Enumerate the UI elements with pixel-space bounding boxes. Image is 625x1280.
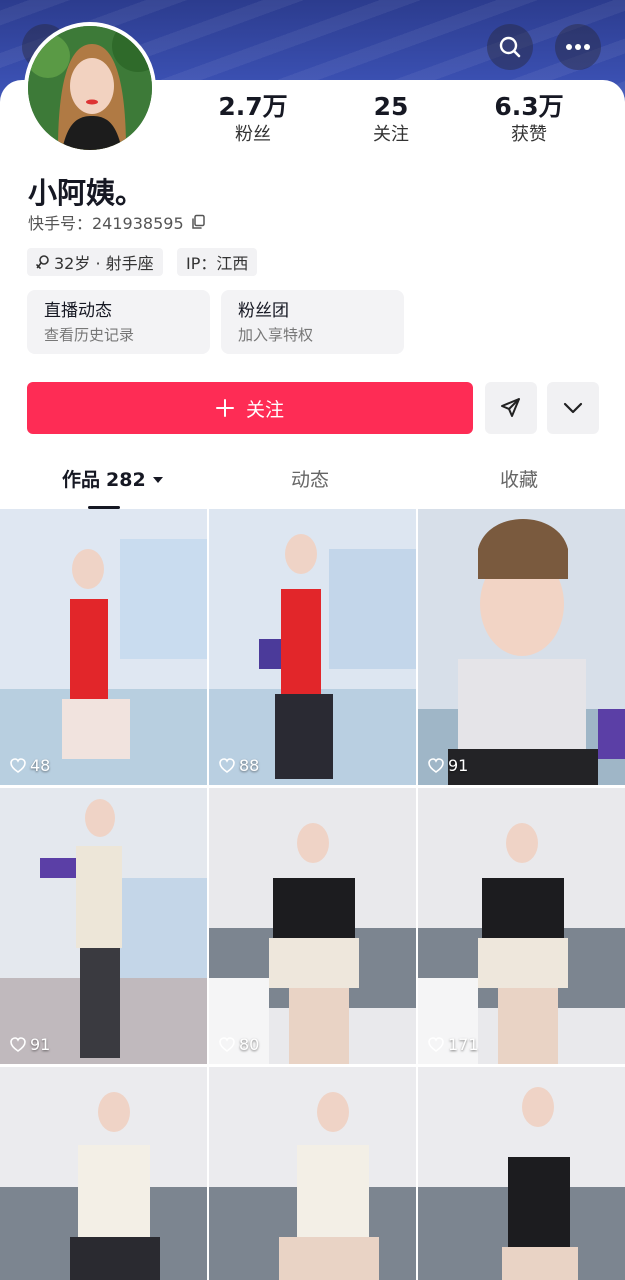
heart-icon bbox=[428, 758, 444, 773]
copy-icon[interactable] bbox=[190, 214, 206, 230]
follow-label: 关注 bbox=[245, 398, 284, 421]
send-icon bbox=[501, 398, 520, 417]
user-id: 快手号：241938595 bbox=[28, 214, 184, 233]
search-icon bbox=[499, 36, 521, 58]
like-count: 48 bbox=[10, 756, 50, 775]
more-horizontal-icon bbox=[566, 44, 590, 50]
video-thumbnail[interactable]: 91 bbox=[0, 788, 207, 1064]
video-cover-image bbox=[209, 788, 416, 1064]
video-thumbnail[interactable] bbox=[0, 1067, 207, 1280]
video-cover-image bbox=[0, 1067, 207, 1280]
stat-label: 关注 bbox=[373, 124, 409, 145]
video-thumbnail[interactable]: 88 bbox=[209, 509, 416, 785]
video-thumbnail[interactable]: 80 bbox=[209, 788, 416, 1064]
like-count-value: 171 bbox=[448, 1035, 479, 1054]
like-count: 171 bbox=[428, 1035, 479, 1054]
avatar-image bbox=[28, 26, 152, 150]
video-cover-image bbox=[0, 788, 207, 1064]
card-title: 粉丝团 bbox=[238, 301, 289, 321]
like-count: 80 bbox=[219, 1035, 259, 1054]
tab-works-label: 作品 bbox=[62, 469, 101, 491]
share-button[interactable] bbox=[485, 382, 537, 434]
avatar[interactable] bbox=[24, 22, 156, 154]
tab-works-count: 282 bbox=[106, 469, 146, 491]
search-button[interactable] bbox=[487, 24, 533, 70]
like-count-value: 88 bbox=[239, 756, 260, 775]
stat-label: 粉丝 bbox=[235, 124, 271, 145]
video-cover-image bbox=[418, 788, 625, 1064]
stat-followers[interactable]: 2.7万 粉丝 bbox=[193, 92, 313, 148]
ip-tag-label: IP：江西 bbox=[186, 254, 249, 273]
tab-dynamic[interactable]: 动态 bbox=[291, 462, 329, 498]
video-cover-image bbox=[418, 509, 625, 785]
age-tag-label: 32岁 · 射手座 bbox=[54, 254, 154, 273]
stat-number: 6.3万 bbox=[494, 92, 564, 121]
video-thumbnail[interactable]: 171 bbox=[418, 788, 625, 1064]
like-count-value: 91 bbox=[448, 756, 469, 775]
stats-bar: 2.7万 粉丝 25 关注 6.3万 获赞 bbox=[190, 92, 610, 152]
like-count-value: 48 bbox=[30, 756, 51, 775]
caret-down-icon bbox=[152, 477, 163, 483]
video-thumbnail[interactable] bbox=[209, 1067, 416, 1280]
tab-works[interactable]: 作品 282 bbox=[62, 462, 164, 498]
video-cover-image bbox=[209, 509, 416, 785]
video-thumbnail[interactable]: 91 bbox=[418, 509, 625, 785]
live-history-card[interactable]: 直播动态 查看历史记录 bbox=[27, 290, 210, 354]
like-count: 88 bbox=[219, 756, 259, 775]
content-tabs: 作品 282 动态 收藏 bbox=[0, 462, 625, 509]
video-cover-image bbox=[209, 1067, 416, 1280]
card-title: 直播动态 bbox=[44, 301, 112, 321]
video-thumbnail[interactable]: 48 bbox=[0, 509, 207, 785]
age-tag: 32岁 · 射手座 bbox=[27, 248, 163, 276]
like-count-value: 91 bbox=[30, 1035, 51, 1054]
card-subtitle: 加入享特权 bbox=[238, 326, 314, 344]
plus-icon bbox=[215, 399, 234, 417]
like-count-value: 80 bbox=[239, 1035, 260, 1054]
tab-favorites[interactable]: 收藏 bbox=[500, 462, 538, 498]
video-thumbnail[interactable] bbox=[418, 1067, 625, 1280]
video-cover-image bbox=[418, 1067, 625, 1280]
heart-icon bbox=[428, 1037, 444, 1052]
stat-number: 25 bbox=[373, 92, 409, 121]
stat-following[interactable]: 25 关注 bbox=[331, 92, 451, 148]
female-icon bbox=[36, 255, 49, 269]
user-id-row[interactable]: 快手号：241938595 bbox=[28, 210, 206, 234]
fan-club-card[interactable]: 粉丝团 加入享特权 bbox=[221, 290, 404, 354]
heart-icon bbox=[10, 758, 26, 773]
like-count: 91 bbox=[10, 1035, 50, 1054]
stat-likes[interactable]: 6.3万 获赞 bbox=[469, 92, 589, 148]
like-count: 91 bbox=[428, 756, 468, 775]
card-subtitle: 查看历史记录 bbox=[44, 326, 135, 344]
expand-button[interactable] bbox=[547, 382, 599, 434]
profile-name: 小阿姨。 bbox=[28, 176, 145, 210]
heart-icon bbox=[219, 758, 235, 773]
stat-number: 2.7万 bbox=[218, 92, 288, 121]
heart-icon bbox=[219, 1037, 235, 1052]
follow-button[interactable]: 关注 bbox=[27, 382, 473, 434]
heart-icon bbox=[10, 1037, 26, 1052]
chevron-down-icon bbox=[563, 402, 583, 414]
video-cover-image bbox=[0, 509, 207, 785]
ip-tag: IP：江西 bbox=[177, 248, 258, 276]
more-button[interactable] bbox=[555, 24, 601, 70]
stat-label: 获赞 bbox=[511, 124, 547, 145]
